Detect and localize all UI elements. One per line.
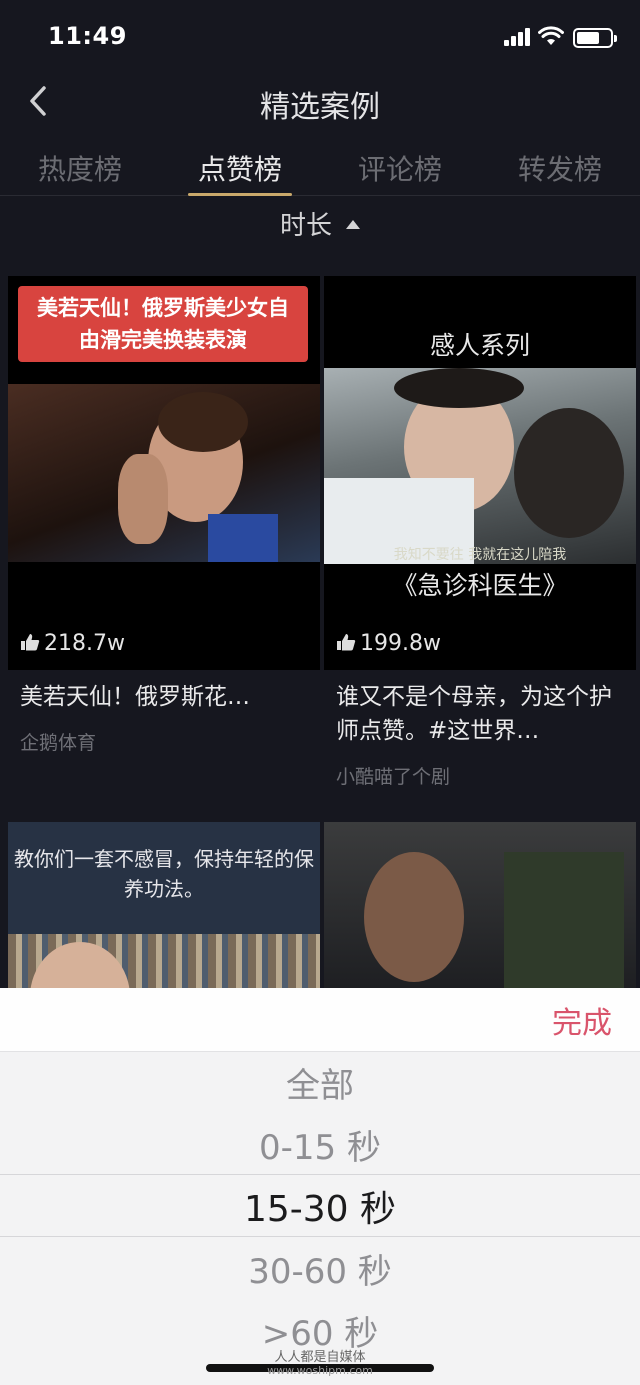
- patient-hair: [514, 408, 624, 538]
- video-card[interactable]: [324, 822, 636, 988]
- skater-costume: [208, 514, 278, 562]
- video-banner: 教你们一套不感冒，保持年轻的保养功法。: [14, 847, 314, 901]
- cellular-signal-icon: [504, 28, 532, 46]
- video-still: [8, 384, 320, 562]
- video-card[interactable]: 美若天仙！俄罗斯美少女自由滑完美换装表演 218.7w 美若天仙！俄罗斯花… 企…: [8, 276, 320, 755]
- skater-hand: [118, 454, 168, 544]
- video-thumbnail[interactable]: 教你们一套不感冒，保持年轻的保养功法。: [8, 822, 320, 988]
- duration-filter-label: 时长: [279, 211, 332, 241]
- watermark-url: www.woshipm.com: [267, 1364, 373, 1377]
- done-button[interactable]: 完成: [552, 998, 612, 1042]
- like-count-value: 199.8w: [360, 631, 441, 656]
- video-author[interactable]: 企鹅体育: [8, 728, 320, 755]
- status-time: 11:49: [48, 22, 127, 50]
- video-banner: 美若天仙！俄罗斯美少女自由滑完美换装表演: [18, 286, 308, 362]
- skater-hair: [158, 392, 248, 452]
- like-count: 218.7w: [20, 631, 125, 656]
- like-count: 199.8w: [336, 631, 441, 656]
- person-face: [364, 852, 464, 982]
- video-overlay-title: 感人系列: [429, 331, 530, 360]
- video-thumbnail[interactable]: 美若天仙！俄罗斯美少女自由滑完美换装表演 218.7w: [8, 276, 320, 670]
- caret-up-icon: [346, 220, 360, 229]
- video-title[interactable]: 美若天仙！俄罗斯花…: [8, 680, 320, 714]
- video-title[interactable]: 谁又不是个母亲，为这个护师点赞。#这世界…: [324, 680, 636, 748]
- picker-selection-bottom-line: [0, 1236, 640, 1237]
- like-count-value: 218.7w: [44, 631, 125, 656]
- tab-hot[interactable]: 热度榜: [0, 138, 160, 195]
- picker-selection-top-line: [0, 1174, 640, 1175]
- wifi-icon: [538, 26, 564, 45]
- duration-picker[interactable]: 全部 0-15 秒 15-30 秒 30-60 秒 >60 秒: [0, 1052, 640, 1385]
- video-thumbnail[interactable]: 感人系列 我知不要往 我就在这儿陪我 《急诊科医生》 199.8w: [324, 276, 636, 670]
- nurse-hair: [394, 368, 524, 408]
- video-still: 我知不要往 我就在这儿陪我: [324, 368, 636, 564]
- nav-bar: 精选案例: [0, 72, 640, 132]
- video-subtitle: 我知不要往 我就在这儿陪我: [393, 547, 567, 563]
- picker-option[interactable]: 30-60 秒: [0, 1244, 640, 1293]
- status-bar: 11:49: [0, 0, 640, 70]
- video-thumbnail[interactable]: [324, 822, 636, 988]
- page-title: 精选案例: [260, 90, 380, 125]
- background-plant: [504, 852, 624, 988]
- tab-comments[interactable]: 评论榜: [320, 138, 480, 195]
- duration-filter[interactable]: 时长: [0, 205, 640, 255]
- thumbs-up-icon: [337, 634, 356, 651]
- video-card[interactable]: 感人系列 我知不要往 我就在这儿陪我 《急诊科医生》 199.8w 谁又不是个母…: [324, 276, 636, 789]
- ranking-tabs: 热度榜 点赞榜 评论榜 转发榜: [0, 138, 640, 196]
- tab-shares[interactable]: 转发榜: [480, 138, 640, 195]
- video-author[interactable]: 小酷喵了个剧: [324, 762, 636, 789]
- battery-icon: [573, 28, 617, 48]
- tab-likes[interactable]: 点赞榜: [160, 138, 320, 196]
- picker-option-selected[interactable]: 15-30 秒: [0, 1180, 640, 1232]
- video-card[interactable]: 教你们一套不感冒，保持年轻的保养功法。: [8, 822, 320, 988]
- picker-option[interactable]: 全部: [0, 1058, 640, 1107]
- picker-option[interactable]: 0-15 秒: [0, 1120, 640, 1169]
- picker-toolbar: 完成: [0, 988, 640, 1052]
- thumbs-up-icon: [21, 634, 40, 651]
- watermark-text: 人人都是自媒体: [274, 1350, 366, 1365]
- video-overlay-caption: 《急诊科医生》: [392, 571, 568, 600]
